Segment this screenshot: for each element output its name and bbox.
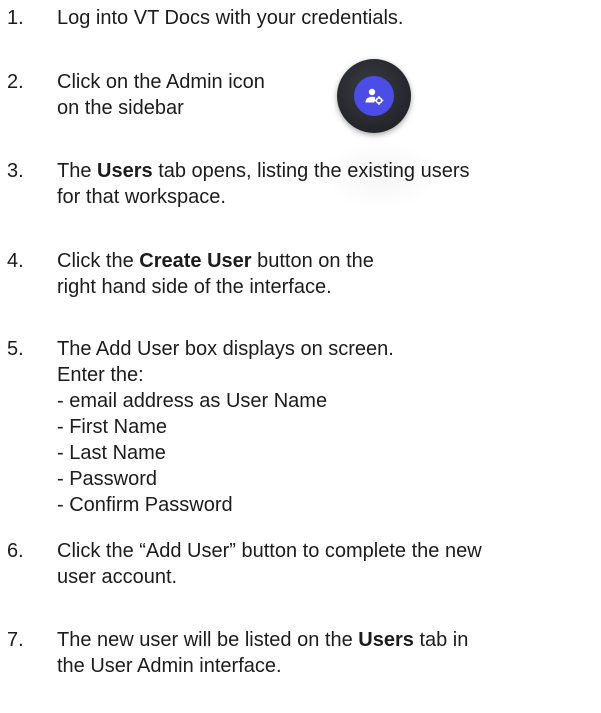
step-number: 3.: [7, 160, 24, 182]
step-text-run: The new user will be listed on the: [57, 629, 359, 651]
step-line: - First Name: [57, 414, 597, 440]
step-line: - Confirm Password: [57, 492, 597, 518]
step-text: Log into VT Docs with your credentials.: [57, 5, 597, 31]
step-text: Click on the Admin icon on the sidebar: [57, 69, 597, 121]
step-line: user account.: [57, 564, 597, 590]
step-text-run: right hand side of the interface.: [57, 276, 332, 298]
step-line: on the sidebar: [57, 95, 597, 121]
step-line: Click the “Add User” button to complete …: [57, 538, 597, 564]
create-user-button-label: Create User: [139, 250, 252, 272]
step-text: The new user will be listed on the Users…: [57, 627, 597, 679]
step-number: 2.: [7, 71, 24, 93]
step-number: 6.: [7, 540, 24, 562]
step-text-run: - email address as User Name: [57, 390, 328, 412]
step-text-run: Log into VT Docs with your credentials.: [57, 7, 404, 29]
step-text: Click the Create User button on the righ…: [57, 248, 597, 300]
step-line: The Add User box displays on screen.: [57, 336, 597, 362]
step-text-run: Enter the:: [57, 364, 144, 386]
step-text-run: - First Name: [57, 416, 167, 438]
step-line: Enter the:: [57, 362, 597, 388]
step-text-run: the User Admin interface.: [57, 655, 282, 677]
step-text-run: The Add User box displays on screen.: [57, 338, 394, 360]
step-line: the User Admin interface.: [57, 653, 597, 679]
users-tab-label: Users: [358, 629, 414, 651]
step-text-run: The: [57, 160, 98, 182]
admin-user-gear-icon: [365, 88, 384, 105]
instructions-list: 1. Log into VT Docs with your credential…: [0, 0, 601, 713]
step-text-run: tab in: [413, 629, 469, 651]
step-text-run: Click on the Admin icon: [57, 71, 265, 93]
step-text-run: for that workspace.: [57, 186, 226, 208]
step-text-run: on the sidebar: [57, 97, 184, 119]
step-line: - Password: [57, 466, 597, 492]
admin-icon-button: [337, 59, 411, 133]
icon-shadow: [320, 140, 440, 210]
step-line: Log into VT Docs with your credentials.: [57, 5, 597, 31]
step-line: Click on the Admin icon: [57, 69, 597, 95]
step-line: right hand side of the interface.: [57, 274, 597, 300]
step-line: Click the Create User button on the: [57, 248, 597, 274]
step-text-run: user account.: [57, 566, 178, 588]
admin-icon-badge: [354, 76, 394, 116]
step-text: The Add User box displays on screen. Ent…: [57, 336, 597, 518]
step-line: - Last Name: [57, 440, 597, 466]
step-text-run: - Confirm Password: [57, 494, 233, 516]
step-number: 5.: [7, 338, 24, 360]
step-number: 7.: [7, 629, 24, 651]
step-text-run: Click the “Add User” button to complete …: [57, 540, 482, 562]
step-line: The new user will be listed on the Users…: [57, 627, 597, 653]
step-text-run: - Last Name: [57, 442, 166, 464]
step-number: 1.: [7, 7, 24, 29]
step-number: 4.: [7, 250, 24, 272]
users-tab-label: Users: [97, 160, 153, 182]
step-text-run: - Password: [57, 468, 158, 490]
step-text: Click the “Add User” button to complete …: [57, 538, 597, 590]
step-text-run: Click the: [57, 250, 140, 272]
step-text-run: button on the: [251, 250, 374, 272]
step-line: - email address as User Name: [57, 388, 597, 414]
